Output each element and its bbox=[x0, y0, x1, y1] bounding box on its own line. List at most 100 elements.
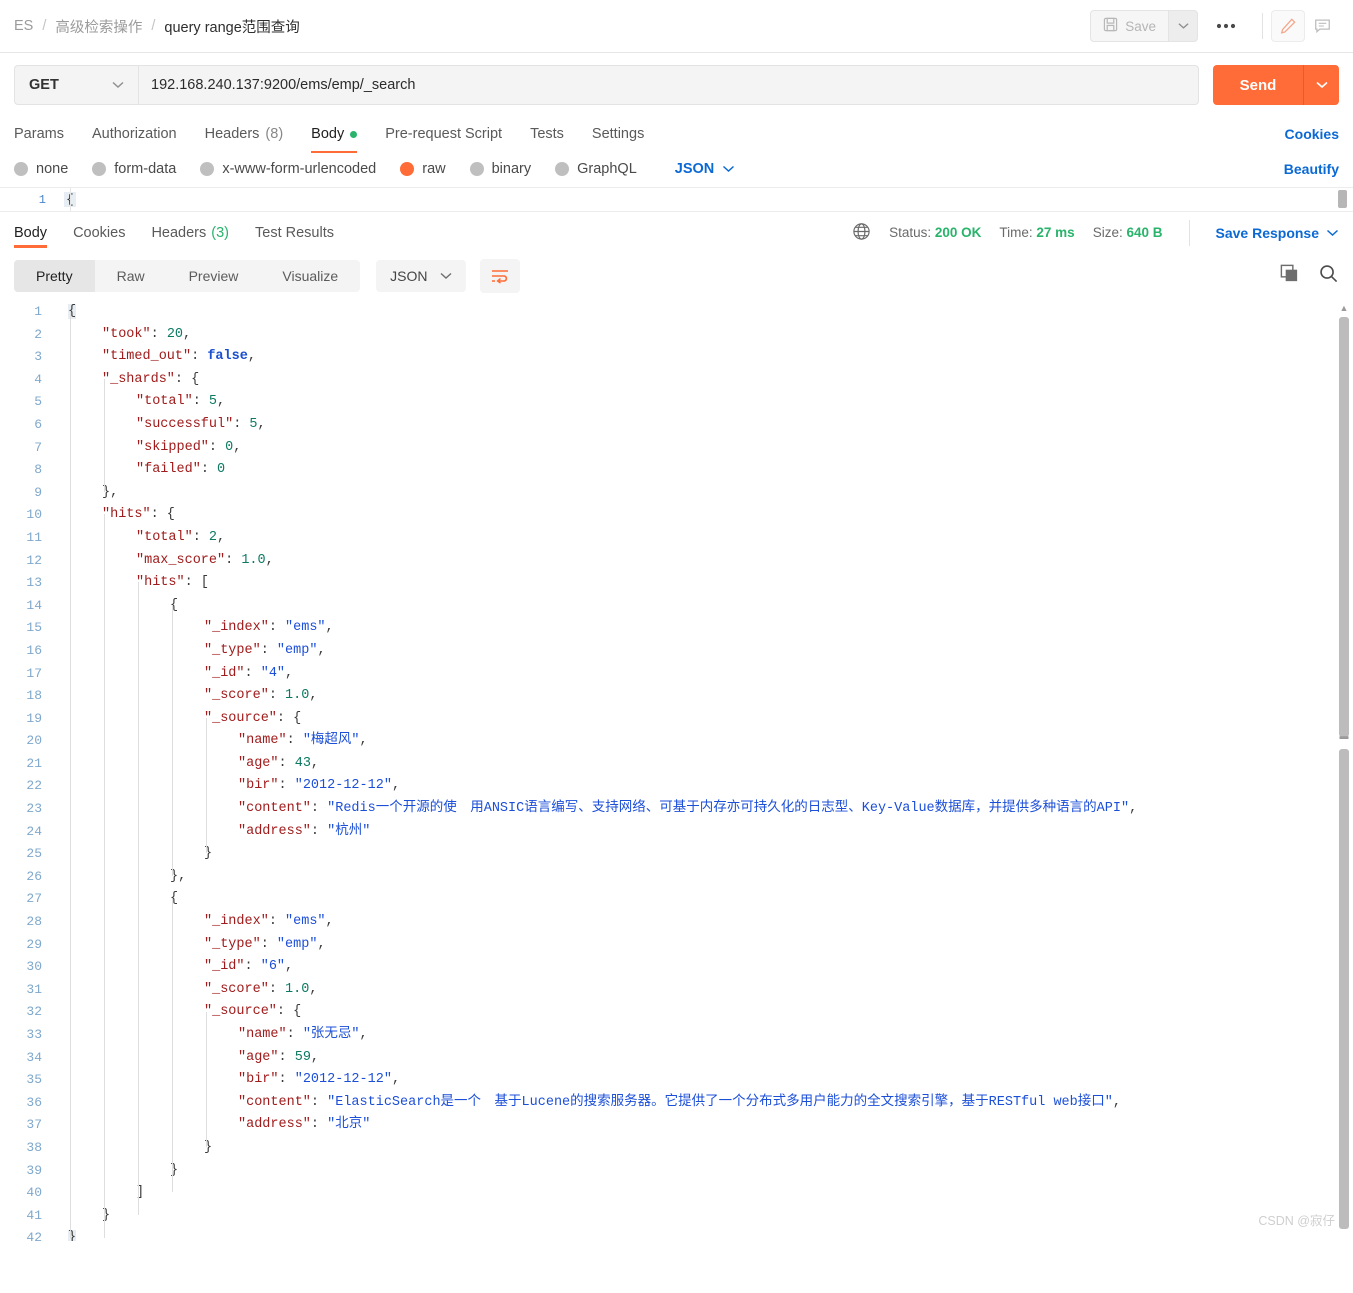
code-line: 6 "successful": 5, bbox=[0, 414, 1353, 437]
save-button[interactable]: Save bbox=[1090, 10, 1168, 42]
breadcrumb-item-request[interactable]: query range范围查询 bbox=[164, 16, 299, 37]
viewer-scrollbar-thumb-top[interactable] bbox=[1339, 317, 1349, 737]
code-token: "4" bbox=[260, 665, 286, 681]
size-group: Size: 640 B bbox=[1093, 225, 1163, 240]
breadcrumb-item-collection[interactable]: ES bbox=[14, 18, 33, 34]
cookies-link[interactable]: Cookies bbox=[1285, 126, 1339, 142]
code-token: , bbox=[325, 914, 334, 930]
code-token: "Redis一个开源的使 用ANSIC语言编写、支持网络、可基于内存亦可持久化的… bbox=[327, 801, 1130, 817]
code-line: 33 "name": "张无忌", bbox=[0, 1024, 1353, 1047]
save-response-button[interactable]: Save Response bbox=[1216, 225, 1340, 241]
line-number: 8 bbox=[34, 462, 42, 478]
code-token: "emp" bbox=[276, 642, 318, 658]
line-number: 37 bbox=[26, 1117, 42, 1133]
line-number: 18 bbox=[26, 688, 42, 704]
code-token: , bbox=[310, 1049, 320, 1065]
line-number: 11 bbox=[26, 529, 42, 545]
request-editor-scrollbar[interactable] bbox=[1338, 190, 1347, 208]
code-token: : { bbox=[276, 1004, 302, 1020]
code-token: "bir" bbox=[238, 778, 279, 794]
send-options-button[interactable] bbox=[1303, 65, 1339, 105]
http-method-select[interactable]: GET bbox=[14, 65, 138, 105]
body-type-urlencoded[interactable]: x-www-form-urlencoded bbox=[200, 161, 376, 177]
search-button[interactable] bbox=[1318, 263, 1339, 289]
scroll-up-arrow[interactable]: ▲ bbox=[1339, 303, 1349, 313]
edit-button[interactable] bbox=[1271, 10, 1305, 42]
view-mode-pretty[interactable]: Pretty bbox=[14, 260, 95, 292]
response-tab-test-results[interactable]: Test Results bbox=[255, 212, 334, 254]
request-format-select[interactable]: JSON bbox=[675, 161, 736, 177]
tab-pre-request-script[interactable]: Pre-request Script bbox=[385, 115, 502, 153]
code-token: , bbox=[325, 620, 334, 636]
body-type-binary[interactable]: binary bbox=[469, 161, 531, 177]
more-actions-button[interactable] bbox=[1198, 10, 1254, 42]
response-tab-cookies[interactable]: Cookies bbox=[73, 212, 125, 254]
save-disk-icon bbox=[1103, 17, 1118, 35]
code-line: 22 "bir": "2012-12-12", bbox=[0, 775, 1353, 798]
tab-tests[interactable]: Tests bbox=[530, 115, 564, 153]
body-type-raw[interactable]: raw bbox=[400, 161, 446, 177]
line-content: } bbox=[56, 843, 212, 866]
chevron-down-icon bbox=[1326, 229, 1339, 236]
comments-button[interactable] bbox=[1305, 10, 1339, 42]
code-token: "timed_out" bbox=[102, 349, 192, 365]
response-tab-body[interactable]: Body bbox=[14, 212, 48, 254]
code-token: , bbox=[1129, 801, 1138, 817]
tab-headers[interactable]: Headers (8) bbox=[205, 115, 284, 153]
line-number: 26 bbox=[26, 868, 42, 884]
request-body-editor[interactable]: 1 { bbox=[0, 187, 1353, 211]
view-mode-raw[interactable]: Raw bbox=[95, 260, 167, 292]
line-number: 25 bbox=[26, 846, 42, 862]
code-token: : bbox=[310, 1094, 328, 1110]
code-token: "name" bbox=[238, 733, 287, 749]
line-number: 13 bbox=[26, 575, 42, 591]
code-line: 38} bbox=[0, 1137, 1353, 1160]
breadcrumb-item-folder[interactable]: 高级检索操作 bbox=[55, 16, 142, 37]
viewer-scrollbar-thumb-bottom[interactable] bbox=[1339, 749, 1349, 1229]
code-token: "took" bbox=[102, 326, 151, 342]
beautify-link[interactable]: Beautify bbox=[1284, 161, 1339, 177]
tab-body[interactable]: Body bbox=[311, 115, 358, 153]
tab-settings[interactable]: Settings bbox=[592, 115, 644, 153]
tab-authorization[interactable]: Authorization bbox=[92, 115, 177, 153]
url-input[interactable]: 192.168.240.137:9200/ems/emp/_search bbox=[138, 65, 1199, 105]
send-button[interactable]: Send bbox=[1213, 65, 1303, 105]
indent-guide bbox=[206, 1011, 207, 1148]
code-token: "name" bbox=[238, 1027, 287, 1042]
view-mode-preview[interactable]: Preview bbox=[167, 260, 261, 292]
response-tab-headers[interactable]: Headers (3) bbox=[151, 212, 229, 254]
code-token: , bbox=[285, 959, 294, 975]
response-format-select[interactable]: JSON bbox=[376, 260, 466, 292]
line-content: "age": 43, bbox=[56, 753, 319, 776]
line-content: "content": "ElasticSearch是一个 基于Lucene的搜索… bbox=[56, 1092, 1121, 1115]
tab-params[interactable]: Params bbox=[14, 115, 64, 153]
body-type-form-data[interactable]: form-data bbox=[92, 161, 176, 177]
code-token: "max_score" bbox=[136, 552, 226, 568]
response-view-mode-group: Pretty Raw Preview Visualize bbox=[14, 260, 361, 292]
time-group: Time: 27 ms bbox=[999, 225, 1074, 240]
view-mode-visualize[interactable]: Visualize bbox=[260, 260, 360, 292]
line-number: 39 bbox=[26, 1162, 42, 1178]
save-options-button[interactable] bbox=[1168, 10, 1198, 42]
word-wrap-button[interactable] bbox=[479, 259, 520, 293]
code-token: : bbox=[268, 981, 286, 997]
code-token: "_type" bbox=[204, 642, 261, 658]
code-token: "emp" bbox=[276, 936, 318, 952]
code-token: "successful" bbox=[136, 416, 234, 432]
response-body-viewer[interactable]: 1{2 "took": 20, 3 "timed_out": false, 4 "_sha… bbox=[0, 301, 1353, 1241]
line-number: 33 bbox=[26, 1027, 42, 1042]
code-token: 5 bbox=[208, 394, 218, 410]
code-token: , bbox=[391, 778, 401, 794]
chevron-down-icon bbox=[1315, 81, 1328, 89]
code-token: : bbox=[191, 349, 208, 365]
code-token: 43 bbox=[294, 755, 311, 771]
code-token: , bbox=[1112, 1094, 1121, 1110]
body-type-graphql[interactable]: GraphQL bbox=[555, 161, 637, 177]
copy-button[interactable] bbox=[1279, 263, 1300, 289]
tab-label: Headers bbox=[151, 224, 207, 241]
line-content: "hits": { bbox=[56, 504, 175, 527]
code-token: : bbox=[192, 529, 209, 545]
body-type-none[interactable]: none bbox=[14, 161, 68, 177]
status-label: Status: bbox=[889, 225, 932, 240]
line-content: "_shards": { bbox=[56, 369, 199, 392]
